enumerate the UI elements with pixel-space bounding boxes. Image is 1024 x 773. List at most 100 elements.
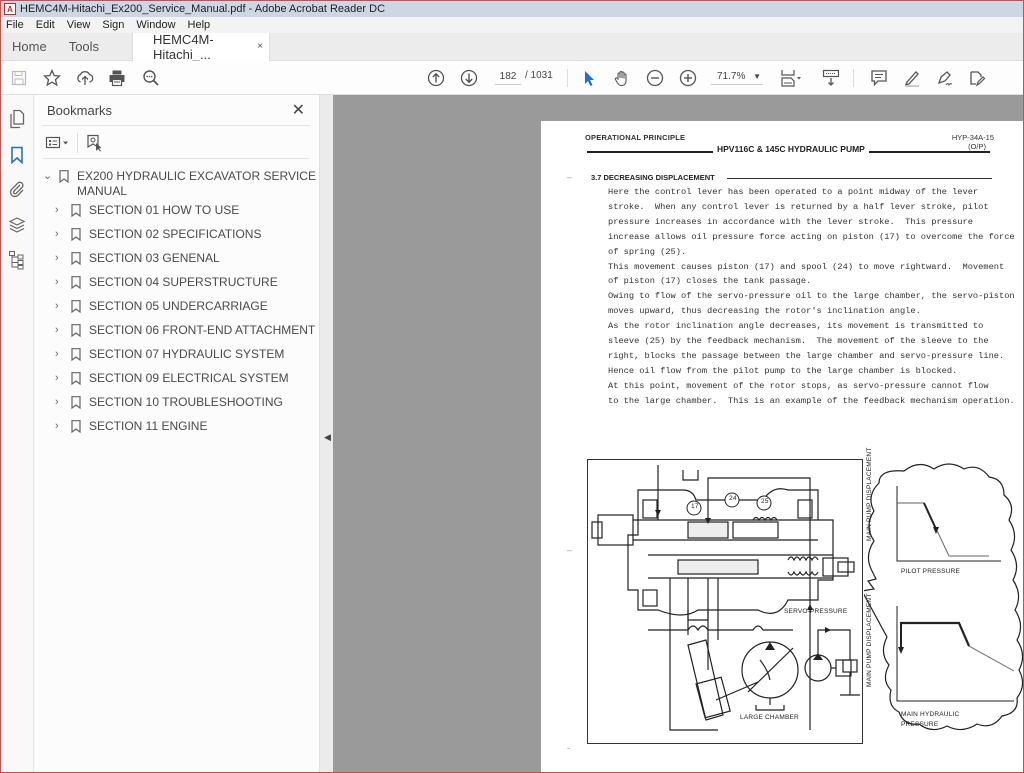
bookmarks-panel: Bookmarks ✕ ⌄ EX200 HYDRAULIC EXCAVATOR …	[35, 95, 319, 772]
bookmark-item[interactable]: › SECTION 11 ENGINE	[55, 419, 207, 434]
bottom-graph-xlabel-2: PRESSURE	[901, 721, 939, 728]
panel-splitter[interactable]: ◀	[319, 95, 333, 772]
close-tab-icon[interactable]: ×	[257, 41, 263, 52]
chevron-down-icon: ▼	[753, 72, 761, 81]
bookmark-item[interactable]: › SECTION 03 GENENAL	[55, 251, 220, 266]
page-up-icon[interactable]	[426, 68, 446, 88]
bookmark-star-icon[interactable]	[42, 68, 62, 88]
bookmark-item-label: SECTION 10 TROUBLESHOOTING	[89, 395, 283, 409]
window-title: HEMC4M-Hitachi_Ex200_Service_Manual.pdf …	[20, 3, 386, 15]
doc-section-rule	[727, 178, 992, 179]
comment-icon[interactable]	[869, 68, 889, 88]
structure-icon[interactable]	[7, 250, 27, 270]
print-icon[interactable]	[107, 68, 127, 88]
servo-pressure-label: SERVO-PRESSURE	[784, 608, 848, 615]
tab-document[interactable]: HEMC4M-Hitachi_... ×	[132, 31, 271, 62]
body-line: Hence oil flow from the pilot pump to th…	[608, 365, 958, 376]
page-fit-icon[interactable]	[779, 68, 805, 88]
chevron-right-icon[interactable]: ›	[55, 323, 67, 338]
body-line: pressure increases in accordance with th…	[608, 216, 973, 227]
body-line: Owing to flow of the servo-pressure oil …	[608, 291, 1015, 302]
menu-sign[interactable]: Sign	[102, 19, 124, 31]
chevron-right-icon[interactable]: ›	[55, 251, 67, 266]
upload-icon[interactable]	[75, 68, 95, 88]
sign-icon[interactable]	[935, 68, 955, 88]
attachments-icon[interactable]	[7, 179, 27, 199]
chevron-right-icon[interactable]: ›	[55, 347, 67, 362]
body-line: of spring (25).	[608, 246, 687, 257]
collapse-panel-icon[interactable]: ◀	[324, 432, 331, 443]
scroll-mode-icon[interactable]	[821, 68, 841, 88]
bookmark-item[interactable]: › SECTION 04 SUPERSTRUCTURE	[55, 275, 278, 290]
pages-icon[interactable]	[7, 109, 27, 129]
bookmark-item[interactable]: › SECTION 06 FRONT-END ATTACHMENT	[55, 323, 315, 338]
bookmark-icon	[71, 420, 81, 433]
chevron-down-icon[interactable]: ⌄	[43, 169, 55, 184]
panel-divider	[43, 158, 309, 159]
select-cursor-icon[interactable]	[579, 68, 599, 88]
chevron-right-icon[interactable]: ›	[55, 275, 67, 290]
menu-edit[interactable]: Edit	[36, 19, 55, 31]
chevron-right-icon[interactable]: ›	[55, 299, 67, 314]
body-line: to the large chamber. This is an example…	[608, 395, 1015, 406]
margin-mark: –	[567, 172, 573, 182]
toolbar: 182 / 1031 71.7% ▼	[1, 61, 1023, 95]
hydraulic-schematic	[591, 465, 860, 731]
body-line: This movement causes piston (17) and spo…	[608, 261, 1005, 272]
chevron-right-icon[interactable]: ›	[55, 203, 67, 218]
bookmark-icon	[71, 276, 81, 289]
chevron-right-icon[interactable]: ›	[55, 227, 67, 242]
save-icon[interactable]	[9, 68, 29, 88]
title-bar: A HEMC4M-Hitachi_Ex200_Service_Manual.pd…	[1, 1, 1023, 17]
hand-icon[interactable]	[612, 68, 632, 88]
layers-icon[interactable]	[7, 215, 27, 235]
doc-header-right: HYP-34A-15 (O/P)	[951, 133, 994, 151]
bookmark-item[interactable]: › SECTION 07 HYDRAULIC SYSTEM	[55, 347, 284, 362]
toolbar-separator	[567, 69, 568, 87]
bookmark-icon	[59, 170, 69, 183]
navigation-rail	[1, 95, 34, 772]
tab-tools[interactable]: Tools	[58, 33, 110, 61]
highlight-icon[interactable]	[902, 68, 922, 88]
bookmark-root-label: EX200 HYDRAULIC EXCAVATOR SERVICE MANUAL	[77, 169, 316, 198]
close-panel-icon[interactable]: ✕	[292, 100, 305, 120]
zoom-in-icon[interactable]	[678, 68, 698, 88]
bottom-graph-ylabel: MAIN PUMP DISPLACEMENT	[866, 593, 873, 688]
tab-home[interactable]: Home	[1, 33, 58, 61]
page-down-icon[interactable]	[459, 68, 479, 88]
bookmark-icon	[71, 228, 81, 241]
hydraulic-diagram: 17 24 25 SERVO-PRESSURE LARGE CHAMBER	[587, 459, 863, 744]
doc-header-left: OPERATIONAL PRINCIPLE	[585, 133, 686, 142]
chevron-right-icon[interactable]: ›	[55, 419, 67, 434]
body-line: of piston (17) closes the tank passage.	[608, 276, 812, 287]
menu-window[interactable]: Window	[136, 19, 175, 31]
menu-view[interactable]: View	[67, 19, 91, 31]
body-line: right, blocks the passage between the la…	[608, 350, 1005, 361]
callout-25: 25	[761, 498, 769, 505]
body-line: moves upward, thus decreasing the rotor'…	[608, 306, 921, 317]
fill-sign-icon[interactable]	[967, 68, 987, 88]
bookmark-item[interactable]: › SECTION 05 UNDERCARRIAGE	[55, 299, 268, 314]
bookmark-item[interactable]: › SECTION 01 HOW TO USE	[55, 203, 239, 218]
zoom-level-value: 71.7%	[717, 71, 746, 82]
acrobat-window: A HEMC4M-Hitachi_Ex200_Service_Manual.pd…	[0, 0, 1024, 773]
menu-file[interactable]: File	[6, 19, 24, 31]
menu-help[interactable]: Help	[188, 19, 211, 31]
panel-divider	[43, 125, 309, 126]
body-line: increase allows oil pressure force actin…	[608, 231, 1015, 242]
bookmark-item[interactable]: › SECTION 02 SPECIFICATIONS	[55, 227, 261, 242]
tab-document-label: HEMC4M-Hitachi_...	[153, 31, 214, 62]
page-number-input[interactable]: 182	[495, 69, 521, 85]
zoom-out-icon[interactable]	[645, 68, 665, 88]
callout-24: 24	[729, 495, 737, 502]
bookmarks-icon[interactable]	[7, 145, 27, 165]
search-zoom-icon[interactable]	[141, 68, 161, 88]
bookmark-item[interactable]: › SECTION 10 TROUBLESHOOTING	[55, 395, 283, 410]
bookmark-options-icon[interactable]	[45, 135, 71, 151]
chevron-right-icon[interactable]: ›	[55, 395, 67, 410]
zoom-level-dropdown[interactable]: 71.7% ▼	[711, 69, 763, 85]
bookmark-root[interactable]: ⌄ EX200 HYDRAULIC EXCAVATOR SERVICE MANU…	[43, 169, 316, 199]
chevron-right-icon[interactable]: ›	[55, 371, 67, 386]
bookmark-item[interactable]: › SECTION 09 ELECTRICAL SYSTEM	[55, 371, 289, 386]
new-bookmark-icon[interactable]	[86, 134, 102, 152]
